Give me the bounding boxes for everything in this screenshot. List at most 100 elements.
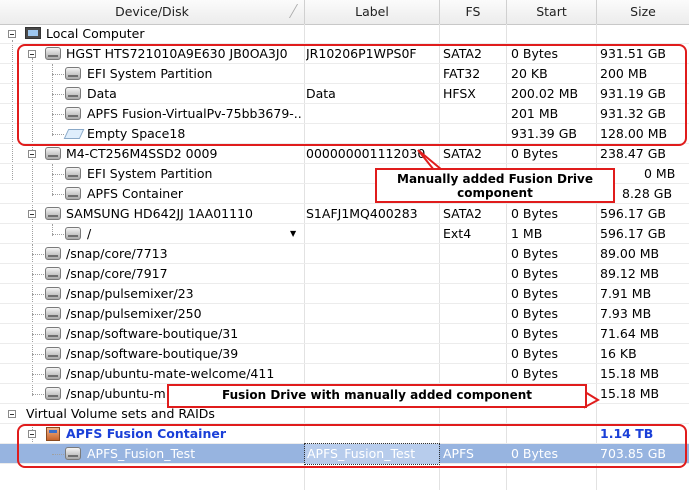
raid-container-icon bbox=[46, 427, 60, 441]
tree-row-disk[interactable]: SAMSUNG HD642JJ 1AA01110 S1AFJ1MQ400283 … bbox=[0, 204, 689, 224]
row-start: 0 Bytes bbox=[511, 326, 559, 341]
tree-row-volume-selected[interactable]: APFS_Fusion_Test APFS_Fusion_Test APFS 0… bbox=[0, 443, 689, 465]
row-start: 200.02 MB bbox=[511, 86, 579, 101]
row-size: 0 MB bbox=[644, 166, 676, 181]
column-resize-grip-icon bbox=[288, 4, 299, 18]
tree-row-snap[interactable]: /snap/pulsemixer/250 0 Bytes 7.93 MB bbox=[0, 304, 689, 324]
row-label: JR10206P1WPS0F bbox=[306, 46, 417, 61]
row-name: / bbox=[87, 226, 92, 241]
row-size: 8.28 GB bbox=[622, 186, 673, 201]
column-start-label: Start bbox=[536, 4, 567, 19]
row-start: 931.39 GB bbox=[511, 126, 577, 141]
row-start: 0 Bytes bbox=[511, 286, 559, 301]
row-size: 128.00 MB bbox=[600, 126, 668, 141]
tree-row-partition[interactable]: EFI System Partition FAT32 20 KB 200 MB bbox=[0, 64, 689, 84]
tree-row-snap[interactable]: /snap/ubuntu-mate-welcome/411 0 Bytes 15… bbox=[0, 364, 689, 384]
row-name: HGST HTS721010A9E630 JB0OA3J0 bbox=[66, 46, 288, 61]
row-name: /snap/ubuntu-mate-welcome/411 bbox=[66, 366, 275, 381]
column-fs[interactable]: FS bbox=[440, 0, 507, 24]
row-name: /snap/ubuntu-ma bbox=[66, 386, 166, 401]
callout-manual-component-text: Manually added Fusion Drive component bbox=[397, 172, 593, 200]
tree-row-snap[interactable]: /snap/pulsemixer/23 0 Bytes 7.91 MB bbox=[0, 284, 689, 304]
column-size[interactable]: Size bbox=[597, 0, 689, 24]
row-size: 596.17 GB bbox=[600, 226, 666, 241]
row-start: 0 Bytes bbox=[511, 266, 559, 281]
row-size: 15.18 MB bbox=[600, 386, 660, 401]
column-start[interactable]: Start bbox=[507, 0, 597, 24]
tree-line bbox=[52, 234, 64, 235]
row-fs: HFSX bbox=[443, 86, 476, 101]
tree-row-snap[interactable]: /snap/core/7917 0 Bytes 89.12 MB bbox=[0, 264, 689, 284]
tree-row-disk[interactable]: M4-CT256M4SSD2 0009 000000001112030 SATA… bbox=[0, 144, 689, 164]
row-size: 7.93 MB bbox=[600, 306, 652, 321]
collapse-toggle-icon[interactable] bbox=[28, 430, 36, 438]
dropdown-arrow-icon[interactable]: ▼ bbox=[290, 224, 296, 244]
row-fs: SATA2 bbox=[443, 206, 482, 221]
collapse-toggle-icon[interactable] bbox=[8, 410, 16, 418]
partition-icon bbox=[45, 387, 61, 400]
column-size-label: Size bbox=[630, 4, 656, 19]
row-name: APFS_Fusion_Test bbox=[87, 446, 196, 461]
collapse-toggle-icon[interactable] bbox=[28, 150, 36, 158]
row-fs: FAT32 bbox=[443, 66, 481, 81]
row-size: 703.85 GB bbox=[600, 446, 666, 461]
row-size: 596.17 GB bbox=[600, 206, 666, 221]
computer-icon bbox=[25, 27, 41, 39]
empty-space-icon bbox=[63, 129, 85, 139]
row-size: 931.19 GB bbox=[600, 86, 666, 101]
tree-row-partition[interactable]: / ▼ Ext4 1 MB 596.17 GB bbox=[0, 224, 689, 244]
row-size: 931.32 GB bbox=[600, 106, 666, 121]
column-device-disk[interactable]: Device/Disk bbox=[0, 0, 305, 24]
partition-icon bbox=[65, 187, 81, 200]
column-label[interactable]: Label bbox=[305, 0, 440, 24]
tree-row-partition[interactable]: Data Data HFSX 200.02 MB 931.19 GB bbox=[0, 84, 689, 104]
column-device-disk-label: Device/Disk bbox=[115, 4, 189, 19]
hard-disk-icon bbox=[45, 207, 61, 220]
partition-icon bbox=[45, 367, 61, 380]
row-size: 89.12 MB bbox=[600, 266, 660, 281]
row-name: Data bbox=[87, 86, 117, 101]
row-size: 15.18 MB bbox=[600, 366, 660, 381]
row-name: /snap/software-boutique/39 bbox=[66, 346, 239, 361]
partition-icon bbox=[45, 267, 61, 280]
tree-row-disk[interactable]: HGST HTS721010A9E630 JB0OA3J0 JR10206P1W… bbox=[0, 44, 689, 64]
tree-row-empty-space[interactable]: Empty Space18 931.39 GB 128.00 MB bbox=[0, 124, 689, 144]
collapse-toggle-icon[interactable] bbox=[28, 50, 36, 58]
tree-line bbox=[32, 314, 44, 315]
partition-icon bbox=[45, 307, 61, 320]
column-header: Device/Disk Label FS Start Size bbox=[0, 0, 689, 25]
tree-row-snap[interactable]: /snap/software-boutique/31 0 Bytes 71.64… bbox=[0, 324, 689, 344]
partition-icon bbox=[45, 327, 61, 340]
tree-row-snap[interactable]: /snap/core/7713 0 Bytes 89.00 MB bbox=[0, 244, 689, 264]
tree-row-fusion-container[interactable]: APFS Fusion Container 1.14 TB bbox=[0, 424, 689, 444]
row-name: /snap/core/7917 bbox=[66, 266, 168, 281]
row-name: Empty Space18 bbox=[87, 126, 186, 141]
row-size: 7.91 MB bbox=[600, 286, 652, 301]
tree-row-partition[interactable]: APFS Fusion-VirtualPv-75bb3679-... 201 M… bbox=[0, 104, 689, 124]
partition-icon bbox=[65, 167, 81, 180]
partition-icon bbox=[45, 287, 61, 300]
row-name: SAMSUNG HD642JJ 1AA01110 bbox=[66, 206, 253, 221]
partition-icon bbox=[65, 107, 81, 120]
row-start: 0 Bytes bbox=[511, 246, 559, 261]
row-name: /snap/pulsemixer/23 bbox=[66, 286, 194, 301]
tree-row-snap[interactable]: /snap/software-boutique/39 0 Bytes 16 KB bbox=[0, 344, 689, 364]
tree-line bbox=[32, 354, 44, 355]
collapse-toggle-icon[interactable] bbox=[8, 30, 16, 38]
row-name: Local Computer bbox=[46, 26, 145, 41]
tree-row-local-computer[interactable]: Local Computer bbox=[0, 24, 689, 44]
row-size: 1.14 TB bbox=[600, 426, 654, 441]
collapse-toggle-icon[interactable] bbox=[28, 210, 36, 218]
tree-line bbox=[32, 274, 44, 275]
row-label: 000000001112030 bbox=[306, 146, 426, 161]
row-name: APFS Container bbox=[87, 186, 184, 201]
volume-icon bbox=[65, 447, 81, 460]
tree-line bbox=[52, 454, 64, 455]
row-name: M4-CT256M4SSD2 0009 bbox=[66, 146, 218, 161]
hard-disk-icon bbox=[45, 47, 61, 60]
tree-line bbox=[52, 174, 64, 175]
row-name: /snap/software-boutique/31 bbox=[66, 326, 239, 341]
row-start: 0 Bytes bbox=[511, 366, 559, 381]
row-start: 0 Bytes bbox=[511, 146, 559, 161]
row-start: 201 MB bbox=[511, 106, 559, 121]
